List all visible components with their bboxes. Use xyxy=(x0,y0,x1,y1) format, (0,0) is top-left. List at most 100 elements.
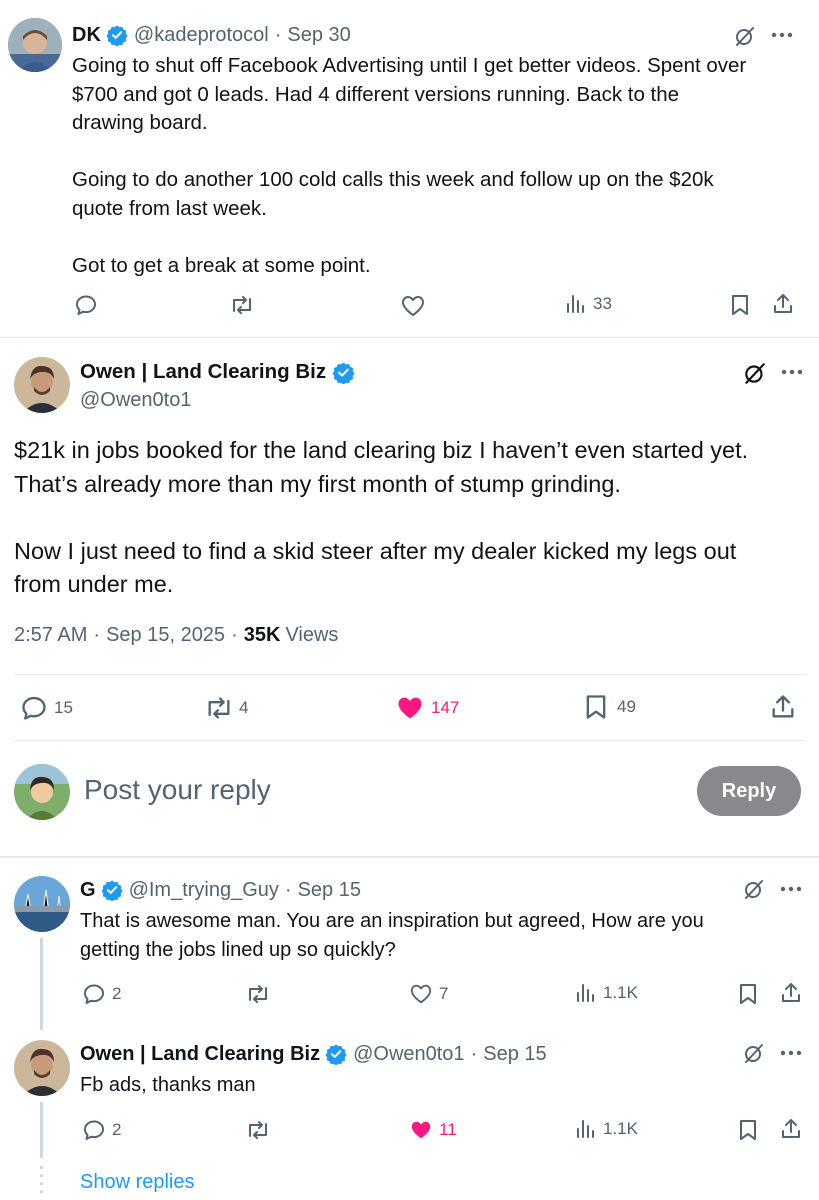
user-avatar[interactable] xyxy=(14,764,70,820)
post-time[interactable]: 2:57 AM xyxy=(14,624,87,647)
like-icon xyxy=(409,1118,433,1142)
bookmark-icon xyxy=(583,693,609,721)
bookmark-icon xyxy=(737,982,759,1006)
share-button[interactable] xyxy=(779,1117,803,1141)
bookmark-icon xyxy=(737,1118,759,1142)
views-label: Views xyxy=(285,624,339,646)
author-handle[interactable]: @Owen0to1 xyxy=(80,389,191,412)
show-replies-link[interactable]: Show replies xyxy=(80,1171,195,1194)
bookmark-count: 49 xyxy=(617,697,636,716)
post-text: That is awesome man. You are an inspirat… xyxy=(80,910,704,961)
verified-badge-icon xyxy=(325,1043,347,1065)
views-button[interactable]: 1.1K xyxy=(575,1119,638,1139)
share-icon xyxy=(771,292,795,316)
bookmark-button[interactable] xyxy=(737,982,759,1006)
like-button[interactable]: 7 xyxy=(409,982,448,1006)
like-icon xyxy=(395,694,425,722)
author-name[interactable]: G xyxy=(80,879,96,902)
grok-icon[interactable] xyxy=(742,360,768,386)
post-text: $21k in jobs booked for the land clearin… xyxy=(14,437,749,597)
grok-icon[interactable] xyxy=(733,24,757,48)
reply-icon xyxy=(74,293,98,317)
separator: · xyxy=(470,1042,478,1065)
reply-count: 2 xyxy=(112,1120,122,1139)
repost-count: 4 xyxy=(239,698,249,717)
repost-icon xyxy=(229,293,255,317)
share-button[interactable] xyxy=(779,981,803,1005)
like-button[interactable]: 11 xyxy=(409,1118,457,1142)
like-button[interactable] xyxy=(400,294,426,318)
avatar[interactable] xyxy=(8,18,62,72)
divider xyxy=(0,337,819,338)
post-date[interactable]: Sep 15 xyxy=(298,879,361,902)
author-handle[interactable]: @Owen0to1 xyxy=(353,1043,464,1066)
share-button[interactable] xyxy=(769,693,797,721)
repost-button[interactable] xyxy=(229,293,255,317)
separator: · xyxy=(274,23,282,46)
separator: · xyxy=(231,624,238,646)
author-name[interactable]: DK xyxy=(72,24,101,47)
reply-icon xyxy=(82,982,106,1006)
verified-badge-icon xyxy=(106,24,128,46)
reply-input[interactable]: Post your reply xyxy=(84,774,271,806)
grok-icon[interactable] xyxy=(742,1041,766,1065)
views-icon xyxy=(575,983,595,1003)
more-icon[interactable] xyxy=(781,369,803,375)
post-text: Going to shut off Facebook Advertising u… xyxy=(72,54,747,277)
thread-dots xyxy=(40,1166,43,1196)
repost-icon xyxy=(203,694,235,722)
separator: · xyxy=(93,624,101,646)
views-button[interactable]: 1.1K xyxy=(575,983,638,1003)
like-count: 147 xyxy=(431,698,460,717)
views-icon xyxy=(575,1119,595,1139)
reply-button[interactable] xyxy=(74,293,98,317)
repost-button[interactable]: 4 xyxy=(203,694,248,722)
author-name[interactable]: Owen | Land Clearing Biz xyxy=(80,360,326,384)
post-text: Fb ads, thanks man xyxy=(80,1074,256,1096)
views-count: 1.1K xyxy=(603,983,638,1002)
post-date[interactable]: Sep 15, 2025 xyxy=(106,624,225,647)
reply-icon xyxy=(82,1118,106,1142)
thread-line xyxy=(40,1102,43,1158)
author-handle[interactable]: @Im_trying_Guy xyxy=(129,879,279,902)
more-icon[interactable] xyxy=(770,32,794,38)
share-icon xyxy=(779,981,803,1005)
repost-button[interactable] xyxy=(245,982,271,1006)
repost-button[interactable] xyxy=(245,1118,271,1142)
bookmark-button[interactable] xyxy=(737,1118,759,1142)
verified-badge-icon xyxy=(332,361,355,384)
views-count: 35K xyxy=(243,624,281,646)
views-button[interactable]: 33 xyxy=(565,294,612,314)
thread-line xyxy=(40,938,43,1030)
like-count: 7 xyxy=(439,984,449,1003)
reply-button[interactable]: 2 xyxy=(82,982,121,1006)
more-icon[interactable] xyxy=(780,1050,802,1056)
reply-button[interactable]: 15 xyxy=(20,694,73,722)
divider xyxy=(14,674,805,675)
bookmark-button[interactable] xyxy=(729,293,751,317)
verified-badge-icon xyxy=(100,879,123,901)
bookmark-button[interactable]: 49 xyxy=(583,693,636,721)
views-icon xyxy=(565,294,585,314)
reply-icon xyxy=(20,694,48,722)
share-button[interactable] xyxy=(771,292,795,316)
grok-icon[interactable] xyxy=(742,877,766,901)
reply-button[interactable]: 2 xyxy=(82,1118,121,1142)
divider xyxy=(14,740,805,741)
avatar[interactable] xyxy=(14,1040,70,1096)
more-icon[interactable] xyxy=(780,886,802,892)
bookmark-icon xyxy=(729,293,751,317)
post-date[interactable]: Sep 30 xyxy=(287,24,350,47)
reply-count: 15 xyxy=(54,698,73,717)
avatar[interactable] xyxy=(14,357,70,413)
author-name[interactable]: Owen | Land Clearing Biz xyxy=(80,1043,320,1066)
repost-icon xyxy=(245,982,271,1006)
repost-icon xyxy=(245,1118,271,1142)
author-handle[interactable]: @kadeprotocol xyxy=(134,24,269,47)
avatar[interactable] xyxy=(14,876,70,932)
reply-submit-button[interactable]: Reply xyxy=(697,766,801,816)
share-icon xyxy=(769,693,797,721)
like-button[interactable]: 147 xyxy=(395,694,459,722)
views-count: 33 xyxy=(593,294,612,313)
post-date[interactable]: Sep 15 xyxy=(483,1043,546,1066)
